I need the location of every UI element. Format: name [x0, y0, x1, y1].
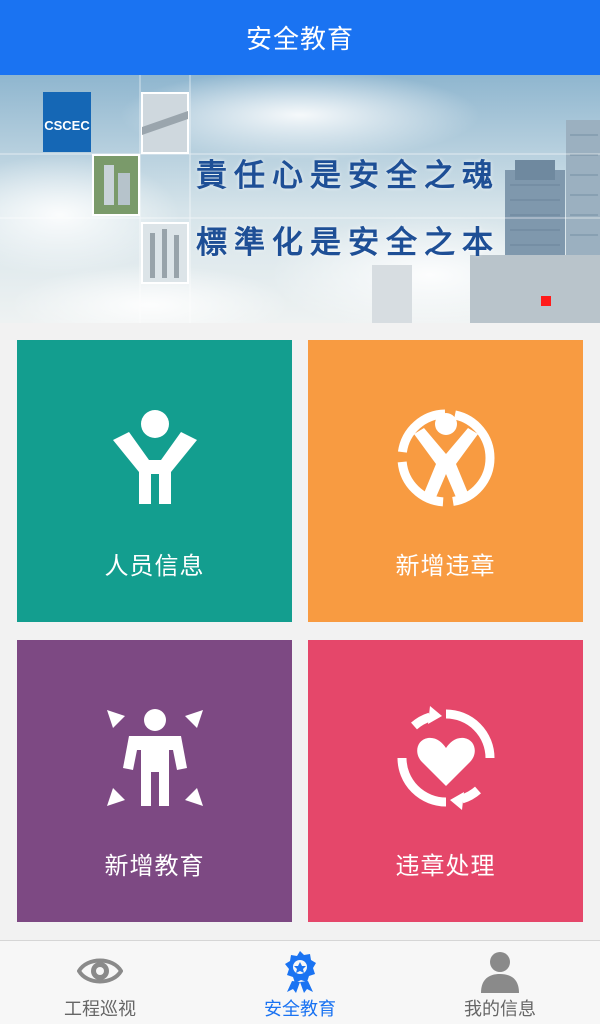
- page-title: 安全教育: [245, 25, 354, 55]
- slogan-line-1: 責任心是安全之魂: [196, 158, 500, 194]
- slogan-line-2: 標準化是安全之本: [196, 225, 500, 261]
- tile-new-violation[interactable]: 新增违章: [308, 340, 583, 622]
- bottom-tab-bar: 工程巡视 安全教育 我的信息: [0, 940, 600, 1024]
- tab-project-patrol[interactable]: 工程巡视: [0, 941, 200, 1024]
- heart-refresh-icon: [397, 706, 494, 810]
- carousel-indicator[interactable]: [541, 296, 551, 306]
- svg-text:CSCEC: CSCEC: [44, 118, 90, 133]
- tile-personnel-info[interactable]: 人员信息: [17, 340, 292, 622]
- tab-label: 我的信息: [464, 999, 536, 1020]
- tab-my-info[interactable]: 我的信息: [400, 941, 600, 1024]
- person-arms-up-icon: [112, 410, 197, 504]
- tile-label: 违章处理: [395, 852, 496, 880]
- person-circle-icon: [397, 409, 494, 507]
- banner-image: CSCEC: [0, 75, 600, 323]
- banner-carousel[interactable]: CSCEC 責任心是安全之魂 標準化是安全之本: [0, 75, 600, 323]
- badge-icon: [285, 951, 316, 993]
- tab-label: 工程巡视: [64, 999, 136, 1020]
- tile-label: 新增违章: [395, 552, 496, 580]
- tab-label: 安全教育: [264, 999, 336, 1020]
- tab-safety-education[interactable]: 安全教育: [200, 941, 400, 1024]
- user-icon: [481, 952, 519, 993]
- tile-violation-handling[interactable]: 违章处理: [308, 640, 583, 922]
- tile-label: 新增教育: [104, 852, 205, 880]
- eye-icon: [77, 958, 123, 984]
- tile-new-education[interactable]: 新增教育: [17, 640, 292, 922]
- person-arrows-icon: [106, 709, 203, 806]
- tile-label: 人员信息: [104, 552, 205, 580]
- app-header: 安全教育: [0, 0, 600, 75]
